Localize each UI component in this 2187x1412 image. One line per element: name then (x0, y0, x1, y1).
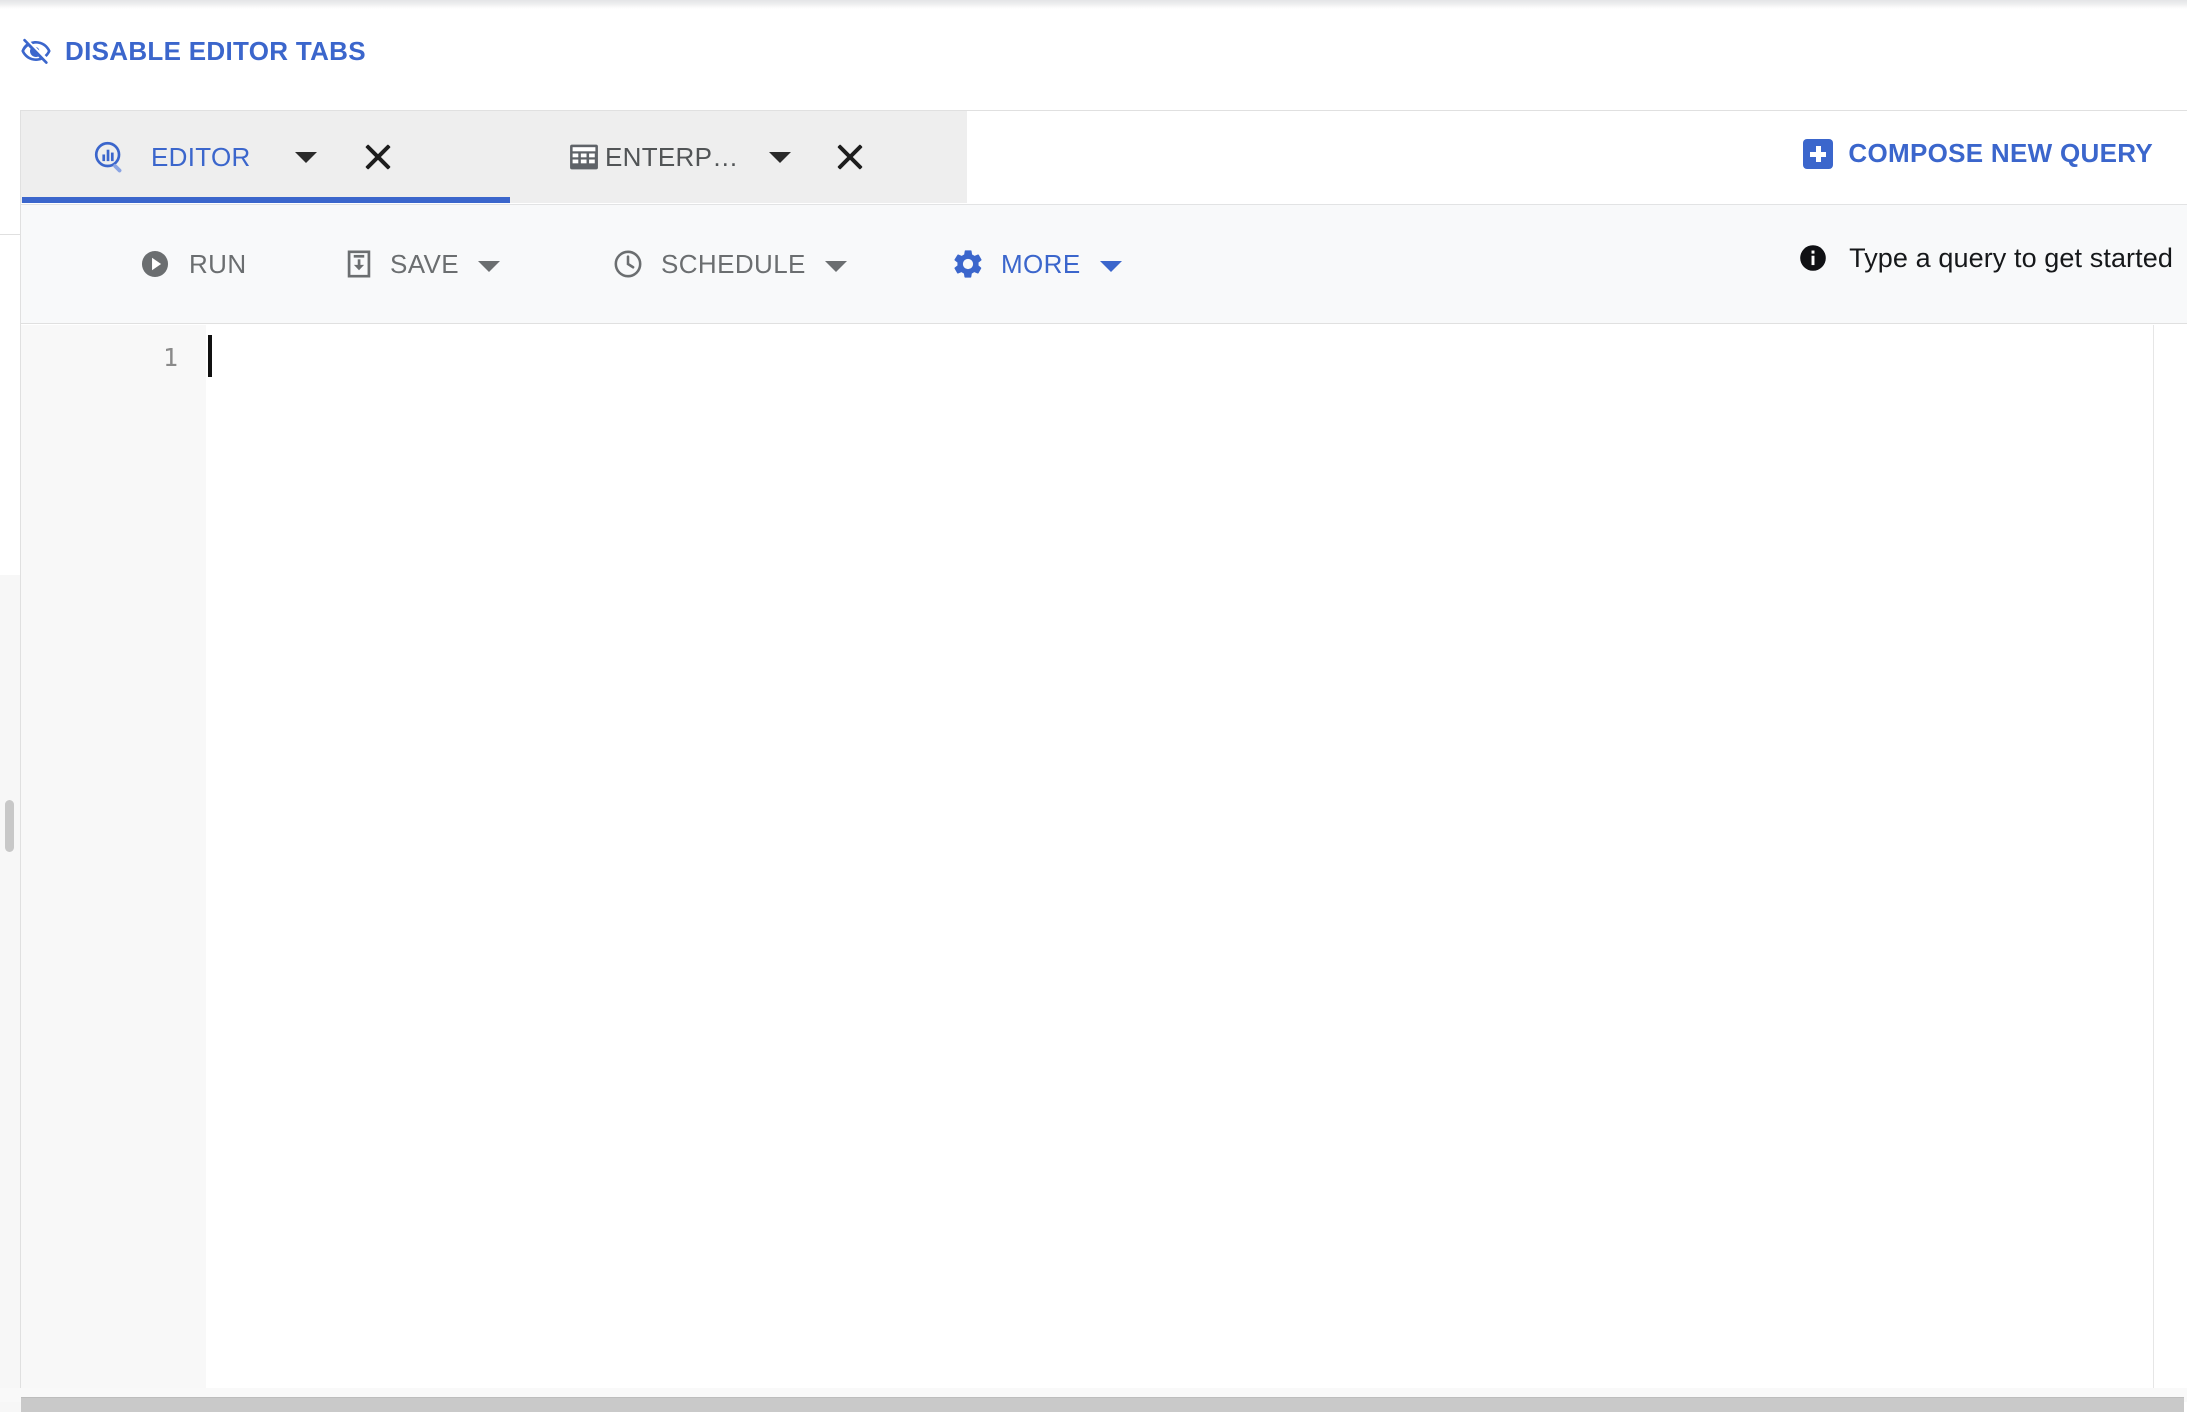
more-chevron-down-icon[interactable] (1099, 260, 1122, 272)
run-label: RUN (189, 248, 247, 279)
clock-icon (611, 247, 645, 281)
editor-line-number: 1 (162, 343, 178, 372)
tab-enterprise-chevron-down-icon[interactable] (768, 151, 791, 163)
tab-enterprise-label: ENTERP… (605, 141, 739, 172)
horizontal-scrollbar[interactable] (21, 1397, 2184, 1412)
query-toolbar: RUN SAVE SCHEDULE MORE Type a query to g… (21, 204, 2187, 324)
tab-editor-chevron-down-icon[interactable] (294, 151, 317, 163)
editor-gutter: 1 (21, 325, 206, 1388)
horizontal-scrollbar-thumb[interactable] (25, 1400, 2165, 1411)
editor-right-border (2153, 325, 2154, 1388)
disable-editor-tabs-button[interactable]: DISABLE EDITOR TABS (20, 35, 366, 67)
save-button[interactable]: SAVE (342, 241, 501, 287)
tab-enterprise-close-icon[interactable] (833, 140, 867, 174)
gear-icon (951, 247, 985, 281)
disable-editor-tabs-label: DISABLE EDITOR TABS (65, 36, 366, 66)
query-status: Type a query to get started (1797, 242, 2173, 274)
more-label: MORE (1001, 248, 1081, 279)
save-label: SAVE (390, 248, 460, 279)
info-circle-icon (1797, 242, 1829, 274)
save-chevron-down-icon[interactable] (478, 260, 501, 272)
more-button[interactable]: MORE (951, 241, 1122, 287)
editor-code-area[interactable] (206, 325, 2153, 1388)
schedule-chevron-down-icon[interactable] (824, 260, 847, 272)
schedule-button[interactable]: SCHEDULE (611, 241, 847, 287)
query-status-text: Type a query to get started (1849, 242, 2173, 273)
plus-box-icon (1803, 138, 1834, 169)
play-circle-icon (138, 247, 172, 281)
editor-text-cursor (208, 335, 212, 377)
compose-new-query-button[interactable]: COMPOSE NEW QUERY (1803, 138, 2153, 169)
top-shadow-strip (0, 0, 2187, 9)
query-editor[interactable]: 1 (21, 325, 2153, 1388)
active-tab-indicator (22, 197, 510, 203)
header-bar: DISABLE EDITOR TABS (0, 9, 2187, 110)
bigquery-query-editor-page: DISABLE EDITOR TABS EDITOR ENTERP… COMPO… (0, 0, 2187, 1412)
left-rail-divider-horizontal (0, 234, 21, 235)
eye-off-icon (20, 35, 52, 67)
tab-enterprise[interactable]: ENTERP… (555, 111, 855, 203)
tab-editor-label: EDITOR (151, 141, 251, 172)
left-rail-lower (0, 575, 21, 1412)
compose-new-query-label: COMPOSE NEW QUERY (1848, 138, 2153, 168)
schedule-label: SCHEDULE (661, 248, 806, 279)
tab-editor-close-icon[interactable] (361, 140, 395, 174)
panel-resize-handle[interactable] (5, 800, 14, 852)
save-icon (342, 247, 376, 281)
left-rail-upper (0, 110, 21, 575)
query-editor-icon (91, 138, 129, 176)
tab-editor[interactable]: EDITOR (21, 111, 510, 203)
table-grid-icon (565, 138, 603, 176)
run-button[interactable]: RUN (138, 241, 247, 287)
editor-tabstrip: EDITOR ENTERP… COMPOSE NEW QUERY (0, 110, 2187, 203)
